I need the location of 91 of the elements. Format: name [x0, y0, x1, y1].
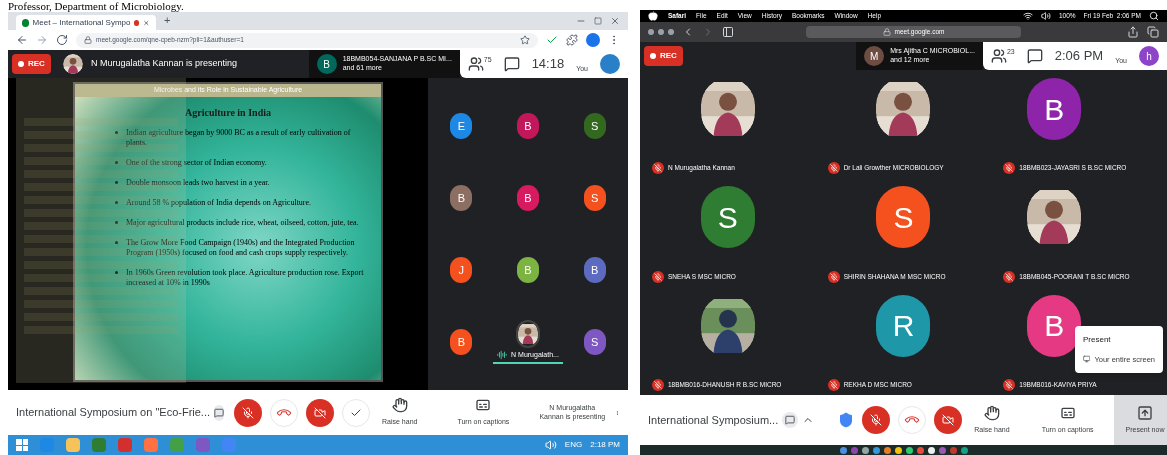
search-icon[interactable]: [1149, 11, 1159, 21]
shield-icon[interactable]: [838, 412, 855, 428]
participant-avatar: B: [450, 185, 473, 211]
mic-off-icon: [870, 414, 883, 426]
mic-off-icon: [242, 406, 254, 419]
hand-icon: [983, 404, 1000, 421]
bullet-icon: [115, 160, 118, 164]
extensions-icon[interactable]: [566, 34, 578, 46]
bullet-icon: [115, 200, 118, 204]
chip-avatar: M: [864, 46, 885, 66]
camera-button[interactable]: [934, 406, 963, 434]
meeting-time: 14:18: [531, 55, 565, 74]
user-avatar[interactable]: h: [1139, 46, 1159, 66]
meeting-time: 2:06 PM: [1054, 47, 1104, 66]
participant-avatar: B: [517, 257, 539, 283]
slide-title: Agriculture in India: [184, 105, 272, 120]
wifi-icon[interactable]: [1022, 11, 1033, 21]
slide-bullet: Major agricultural products include rice, wheat, oilseed, cotton, jute, tea.: [107, 217, 373, 228]
camera-off-icon: [942, 414, 955, 426]
participant-avatar: B: [517, 185, 539, 211]
participant-avatar: E: [450, 113, 473, 139]
maximize-icon[interactable]: [594, 17, 602, 25]
chat-icon[interactable]: [503, 56, 520, 72]
bookmark-star-icon[interactable]: [520, 35, 530, 45]
new-tab-button[interactable]: +: [164, 11, 171, 28]
meet-favicon: [22, 18, 29, 27]
slide-bullet: The Grow More Food Campaign (1940s) and the Integrated Production Program (1950s) focused on food and cash crops supply respectively.: [107, 237, 373, 258]
monitor-icon: [1083, 354, 1091, 365]
participant-avatar: S: [876, 186, 931, 249]
window-controls-icon[interactable]: [648, 29, 674, 35]
meeting-title: International Symposium...: [648, 412, 779, 428]
slide-bullet: Double monsoon leads two harvest in a year.: [107, 177, 373, 188]
participant-avatar: S: [583, 329, 606, 355]
participant-avatar: S: [583, 113, 606, 139]
camera-button[interactable]: [306, 398, 334, 427]
lock-icon: [84, 36, 92, 44]
slide-bullet: Around 58 % population of India depends on Agriculture.: [107, 197, 373, 208]
check-icon[interactable]: [546, 34, 558, 46]
hand-icon: [391, 397, 408, 414]
bullet-icon: [115, 220, 118, 224]
bullet-icon: [115, 130, 118, 134]
meeting-title: International Symposium on "Eco-Frie...: [16, 405, 211, 421]
participant-avatar: B: [1027, 294, 1082, 357]
camera-off-icon: [314, 406, 326, 419]
microphone-button[interactable]: [234, 398, 262, 427]
apple-menu-icon[interactable]: [648, 11, 658, 21]
bullet-icon: [115, 270, 118, 274]
participant-avatar: B: [450, 329, 473, 355]
volume-icon[interactable]: [1040, 11, 1051, 21]
close-icon[interactable]: [610, 16, 620, 26]
meeting-details-button[interactable]: [214, 404, 225, 421]
leave-call-button[interactable]: [270, 398, 298, 427]
chip-avatar: B: [316, 54, 337, 74]
close-tab-icon[interactable]: [143, 18, 150, 27]
windows-logo-icon[interactable]: [16, 439, 28, 451]
recording-badge: REC: [12, 54, 51, 74]
participant-avatar: S: [583, 185, 606, 211]
participant-avatar: R: [876, 294, 931, 357]
caption-text: Professor, Department of Microbiology.: [7, 0, 185, 12]
meeting-details-button[interactable]: [782, 412, 799, 428]
share-icon[interactable]: [1127, 26, 1139, 38]
microphone-button[interactable]: [862, 406, 891, 434]
speaking-bar: [493, 362, 563, 365]
chat-icon[interactable]: [1026, 48, 1043, 64]
reload-icon[interactable]: [56, 34, 68, 46]
bullet-icon: [115, 180, 118, 184]
slide-bullet: In 1960s Green revolution took place. Agriculture production rose. Export increased at 10% in 1990s: [107, 267, 373, 288]
user-avatar[interactable]: [600, 54, 620, 74]
participant-avatar: B: [517, 113, 539, 139]
slide-bullet: One of the strong sector of Indian economy.: [107, 157, 373, 168]
participant-avatar: S: [700, 186, 755, 249]
message-icon: [214, 407, 225, 418]
present-menu-title: Present: [1083, 333, 1112, 346]
browser-tab[interactable]: Meet – International Sympo: [16, 15, 156, 30]
people-icon: [467, 56, 484, 72]
participant-avatar: B: [1027, 78, 1082, 140]
sidebar-icon[interactable]: [722, 26, 734, 38]
lock-icon: [882, 28, 891, 36]
message-icon: [785, 415, 796, 425]
recording-badge: REC: [644, 46, 683, 66]
bullet-icon: [115, 240, 118, 244]
back-icon[interactable]: [16, 34, 28, 46]
people-icon: [990, 48, 1007, 64]
participant-avatar: B: [583, 257, 606, 283]
tabs-icon[interactable]: [1147, 26, 1159, 38]
slide-bullet: Indian agriculture began by 9000 BC as a result of early cultivation of plants.: [107, 127, 373, 148]
presenting-label: N Murugalatha Kannan is presenting: [90, 57, 237, 71]
profile-avatar[interactable]: [586, 33, 600, 47]
present-icon: [1137, 404, 1153, 421]
leave-call-button[interactable]: [898, 406, 927, 434]
participant-avatar: J: [450, 257, 473, 283]
